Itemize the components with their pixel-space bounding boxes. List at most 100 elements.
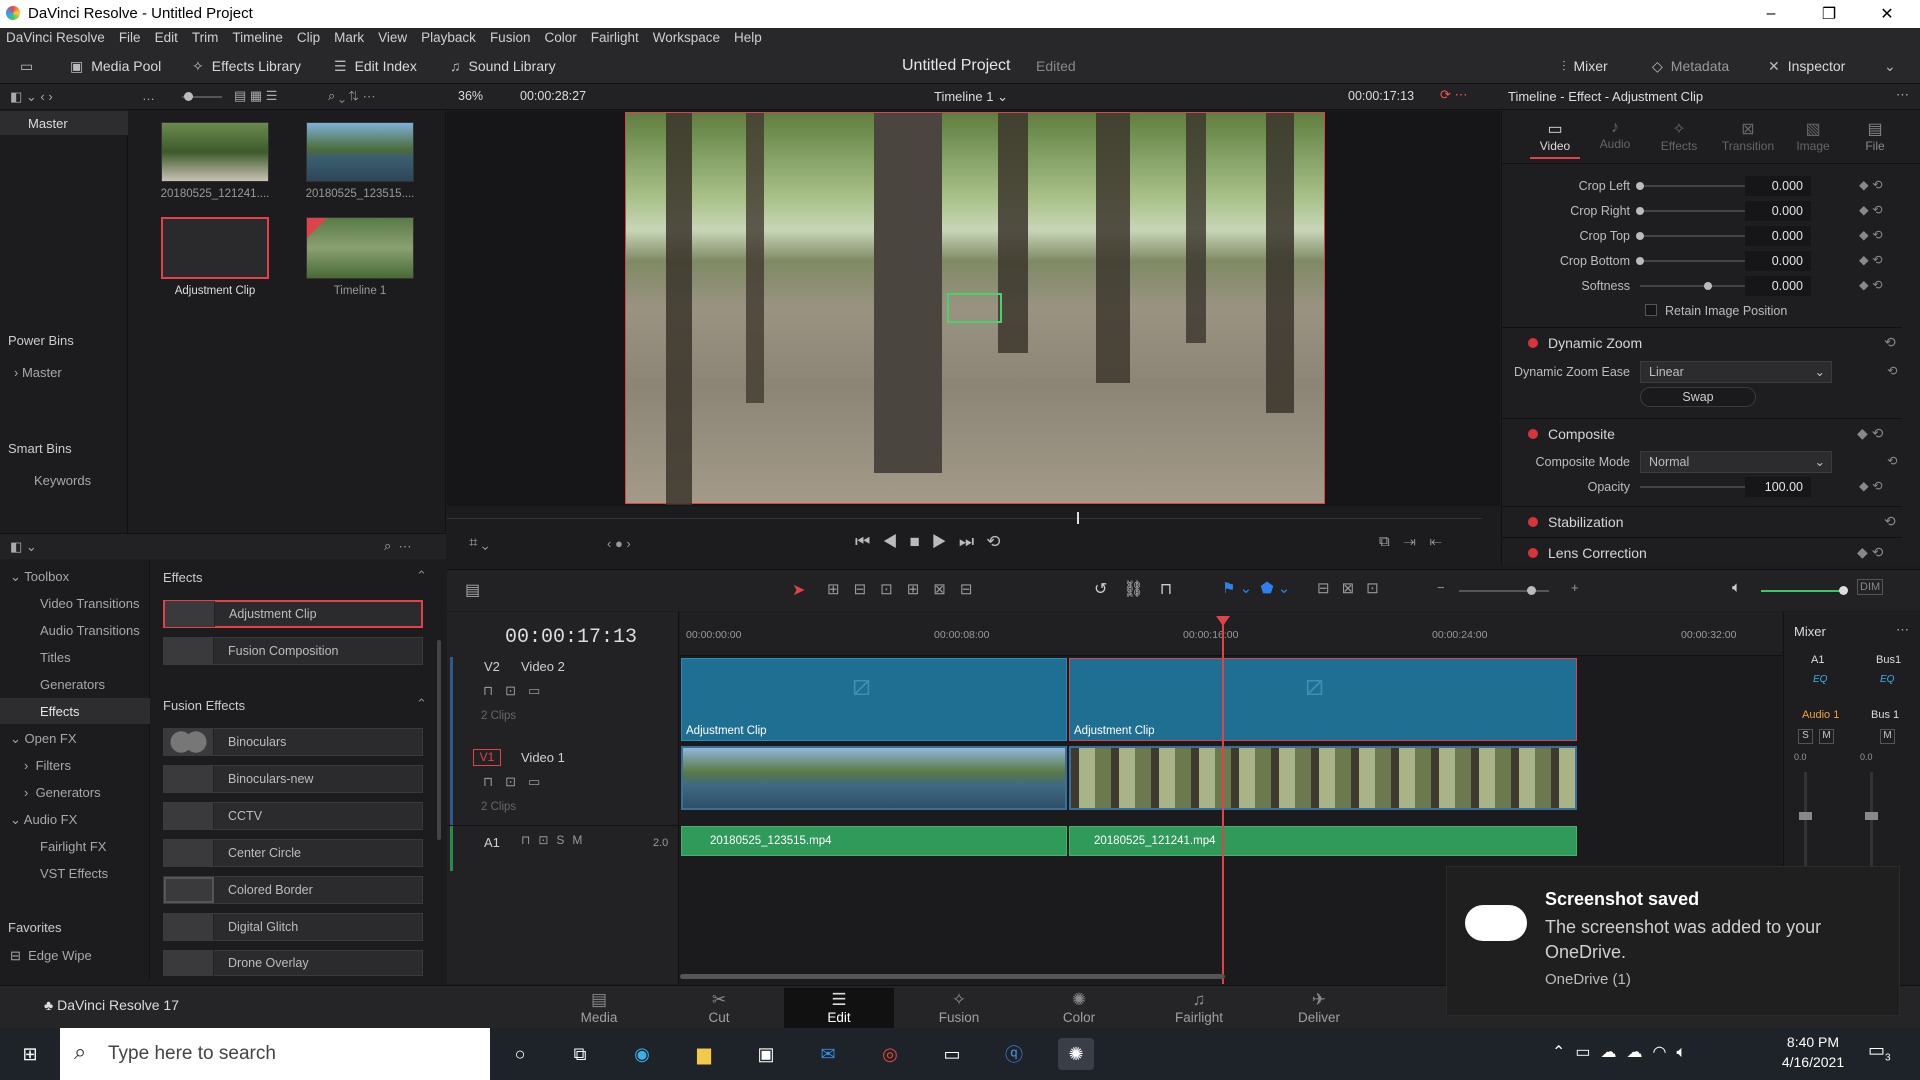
dz-ease-dropdown[interactable]: Linear ⌄ xyxy=(1640,361,1832,383)
effects-sidebar-toggle-icon[interactable]: ◧ ⌄ xyxy=(10,539,37,555)
composite-toggle[interactable] xyxy=(1528,429,1538,439)
menu-davinci[interactable]: DaVinci Resolve xyxy=(6,28,105,48)
viewer-frame[interactable] xyxy=(625,112,1325,505)
media-clip-121241[interactable] xyxy=(161,122,269,182)
fx-binoculars-new[interactable]: Binoculars-new xyxy=(163,765,423,793)
file-explorer-icon[interactable]: ▆ xyxy=(686,1038,722,1070)
page-fairlight[interactable]: ♫ Fairlight xyxy=(1144,988,1254,1030)
stabilization-section[interactable]: Stabilization ⟲ xyxy=(1502,506,1902,536)
search-icon[interactable]: ⌕ ⌄ ⇅ ⋯ xyxy=(328,88,376,104)
transform-box[interactable] xyxy=(947,293,1002,323)
tab-transition[interactable]: ⊠ Transition xyxy=(1718,119,1778,153)
dynamic-zoom-toggle[interactable] xyxy=(1528,338,1538,348)
track-v1-name[interactable]: Video 1 xyxy=(521,750,565,765)
crop-left-value[interactable]: 0.000 xyxy=(1745,176,1811,196)
comp-mode-dropdown[interactable]: Normal ⌄ xyxy=(1640,451,1832,473)
menu-workspace[interactable]: Workspace xyxy=(653,28,720,48)
tree-video-transitions[interactable]: Video Transitions xyxy=(40,596,140,611)
timeline-view-icon[interactable]: ▤ xyxy=(465,580,480,600)
view-mode-icons[interactable]: ▤ ▦ ☰ xyxy=(234,88,277,104)
menu-color[interactable]: Color xyxy=(544,28,576,48)
task-view-icon[interactable]: ⧉ xyxy=(562,1038,598,1070)
opacity-value[interactable]: 100.00 xyxy=(1745,477,1811,497)
fx-digital-glitch[interactable]: Digital Glitch xyxy=(163,913,423,941)
bus-mute-button[interactable]: M xyxy=(1880,729,1895,744)
windows-start-icon[interactable]: ⊞ xyxy=(12,1038,48,1070)
timeline-scrollbar[interactable] xyxy=(680,974,1225,979)
menu-help[interactable]: Help xyxy=(734,28,762,48)
v1-clip-121241[interactable] xyxy=(1069,746,1577,810)
softness-value[interactable]: 0.000 xyxy=(1745,276,1811,296)
track-v1-label[interactable]: V1 xyxy=(473,749,501,766)
power-bin-master[interactable]: › Master xyxy=(14,365,62,380)
tab-video[interactable]: ▭ Video xyxy=(1530,119,1580,153)
menu-view[interactable]: View xyxy=(378,28,407,48)
zoom-in-icon[interactable]: + xyxy=(1571,580,1579,595)
smart-bin-keywords[interactable]: Keywords xyxy=(34,473,91,488)
dynamic-zoom-section[interactable]: Dynamic Zoom ⟲ xyxy=(1502,327,1902,357)
tree-fairlight-fx[interactable]: Fairlight FX xyxy=(40,839,106,854)
match-frame-icons[interactable]: ⧉⇥⇤ xyxy=(1379,533,1456,550)
fx-colored-border[interactable]: Colored Border xyxy=(163,876,423,904)
track-v2-name[interactable]: Video 2 xyxy=(521,659,565,674)
taskbar-search[interactable]: ⌕ Type here to search xyxy=(60,1028,490,1080)
tab-audio[interactable]: ♪ Audio xyxy=(1590,119,1640,151)
selection-tool-icon[interactable]: ➤ xyxy=(792,580,805,600)
v2-adjustment-clip-1[interactable]: ⧄ Adjustment Clip xyxy=(681,658,1067,741)
menu-trim[interactable]: Trim xyxy=(192,28,219,48)
composite-section[interactable]: Composite ◆ ⟲ xyxy=(1502,418,1902,448)
monitor-icon[interactable]: ▭ xyxy=(20,56,33,76)
media-timeline-1[interactable] xyxy=(306,217,414,279)
v2-adjustment-clip-2[interactable]: ⧄ Adjustment Clip xyxy=(1069,658,1577,741)
zoom-out-icon[interactable]: − xyxy=(1437,580,1445,595)
system-tray-icons[interactable]: ⌃▭☁☁◠🔈︎ xyxy=(1552,1042,1696,1062)
crop-right-value[interactable]: 0.000 xyxy=(1745,201,1811,221)
sidebar-toggle-icon[interactable]: ◧ ⌄ ‹ › xyxy=(10,89,53,105)
restore-button[interactable]: ❐ xyxy=(1800,0,1858,28)
notification-toast[interactable]: Screenshot saved The screenshot was adde… xyxy=(1446,866,1900,1016)
volume-icon[interactable]: 🔈︎ xyxy=(1732,579,1741,596)
crop-bottom-value[interactable]: 0.000 xyxy=(1745,251,1811,271)
bus1-fader[interactable] xyxy=(1865,772,1878,872)
fusion-collapse-icon[interactable]: ⌃ xyxy=(416,696,427,712)
favorite-edge-wipe[interactable]: ⊟ Edge Wipe xyxy=(10,948,92,964)
menu-clip[interactable]: Clip xyxy=(297,28,320,48)
viewer-options-icon[interactable]: ⌗ ⌄ xyxy=(469,534,489,551)
metadata-button[interactable]: ◇ Metadata xyxy=(1652,56,1729,76)
menu-edit[interactable]: Edit xyxy=(155,28,178,48)
mixer-more-icon[interactable]: ⋯ xyxy=(1896,622,1909,638)
menu-fusion[interactable]: Fusion xyxy=(490,28,531,48)
v2-controls[interactable]: ⊓⊡▭ xyxy=(483,683,552,699)
dim-button[interactable]: DIM xyxy=(1857,579,1884,595)
flag-icon[interactable]: ⚑ ⌄ ⬟ ⌄ xyxy=(1222,579,1290,597)
a1-controls[interactable]: ⊓⊡SM xyxy=(521,833,590,847)
page-color[interactable]: ✺ Color xyxy=(1024,988,1134,1030)
close-button[interactable]: ✕ xyxy=(1858,0,1916,28)
fx-fusion-composition[interactable]: Fusion Composition xyxy=(163,637,423,665)
menu-mark[interactable]: Mark xyxy=(334,28,364,48)
playhead[interactable] xyxy=(1222,622,1224,984)
tree-audio-fx[interactable]: ⌄ Audio FX xyxy=(10,812,77,828)
eq-a1[interactable]: EQ xyxy=(1813,674,1827,685)
effects-scrollbar[interactable] xyxy=(437,640,441,840)
media-adjustment-clip[interactable] xyxy=(161,217,269,279)
tree-filters[interactable]: › Filters xyxy=(24,758,71,773)
fx-drone-overlay[interactable]: Drone Overlay xyxy=(163,950,423,976)
menu-file[interactable]: File xyxy=(119,28,141,48)
mixer-button[interactable]: ⫶ Mixer xyxy=(1562,56,1608,76)
more-icon[interactable]: … xyxy=(142,88,155,103)
qbittorrent-icon[interactable]: ⓠ xyxy=(996,1038,1032,1070)
zoom-tools[interactable]: ⊟⊠⊡ xyxy=(1317,579,1391,597)
lens-correction-toggle[interactable] xyxy=(1528,548,1538,558)
collapse-icon[interactable]: ⌃ xyxy=(416,568,427,584)
master-volume-slider[interactable] xyxy=(1761,586,1848,595)
menu-timeline[interactable]: Timeline xyxy=(232,28,283,48)
minimize-button[interactable]: – xyxy=(1742,0,1800,28)
tree-vst-effects[interactable]: VST Effects xyxy=(40,866,108,881)
bin-master[interactable]: Master xyxy=(28,116,68,131)
effects-library-button[interactable]: ✧ Effects Library xyxy=(192,56,301,76)
eq-bus1[interactable]: EQ xyxy=(1880,674,1894,685)
tree-toolbox[interactable]: ⌄ Toolbox xyxy=(10,569,69,585)
swap-button[interactable]: Swap xyxy=(1640,387,1756,407)
sync-icon[interactable]: ⟳ ⋯ xyxy=(1440,87,1468,103)
